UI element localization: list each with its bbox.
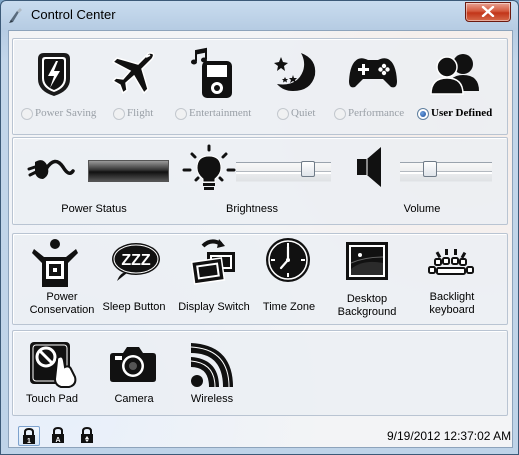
- power-saving-icon[interactable]: [32, 51, 76, 97]
- volume-slider[interactable]: [400, 161, 492, 182]
- brightness-slider[interactable]: [236, 161, 331, 182]
- radio-dot[interactable]: [113, 108, 125, 120]
- moon-stars-icon[interactable]: [271, 51, 321, 95]
- power-plug-icon[interactable]: [25, 149, 75, 183]
- scroll-lock-icon: [81, 426, 93, 443]
- keyboard-backlight-icon[interactable]: [427, 247, 475, 277]
- backlight-keyboard-line1: Backlight: [429, 291, 475, 303]
- desktop-background-line1: Desktop: [346, 293, 388, 305]
- svg-text:ZZZ: ZZZ: [121, 252, 151, 269]
- power-status-bar: [88, 160, 169, 182]
- flight-label: Flight: [127, 107, 154, 119]
- time-zone-label: Time Zone: [262, 301, 316, 313]
- display-switch-icon[interactable]: [189, 238, 239, 288]
- gamepad-icon[interactable]: [348, 55, 398, 91]
- touchpad-disabled-icon[interactable]: [29, 341, 79, 389]
- power-conservation-label: Power Conservation: [22, 291, 102, 317]
- volume-label: Volume: [403, 203, 441, 215]
- power-saving-label: Power Saving: [35, 107, 97, 119]
- caps-lock-icon: A: [52, 426, 64, 444]
- camera-label: Camera: [114, 393, 154, 405]
- volume-slider-thumb[interactable]: [423, 161, 437, 177]
- title-bar[interactable]: Control Center: [1, 1, 518, 29]
- user-defined-label: User Defined: [431, 107, 493, 119]
- svg-text:A: A: [55, 437, 60, 444]
- close-button[interactable]: [465, 2, 511, 22]
- radio-dot[interactable]: [334, 108, 346, 120]
- sleep-button-label: Sleep Button: [102, 301, 166, 313]
- light-bulb-icon[interactable]: [182, 144, 236, 192]
- radio-dot[interactable]: [175, 108, 187, 120]
- media-player-icon[interactable]: [190, 47, 236, 99]
- speaker-icon[interactable]: [353, 145, 387, 189]
- quiet-label: Quiet: [291, 107, 316, 119]
- brightness-label: Brightness: [226, 203, 278, 215]
- display-switch-label: Display Switch: [178, 301, 250, 313]
- desktop-background-line2: Background: [337, 306, 397, 318]
- radio-dot[interactable]: [417, 108, 429, 120]
- touch-pad-label: Touch Pad: [26, 393, 78, 405]
- wireless-icon[interactable]: [189, 341, 235, 389]
- performance-label: Performance: [348, 107, 405, 119]
- sleep-zzz-icon[interactable]: ZZZ: [111, 241, 161, 283]
- control-center-icon[interactable]: [8, 7, 24, 23]
- status-datetime: 9/19/2012 12:37:02 AM: [387, 429, 512, 443]
- backlight-keyboard-line2: keyboard: [429, 304, 475, 316]
- client-area: Power Saving Flight Entertainment Quiet …: [8, 30, 513, 448]
- brightness-slider-thumb[interactable]: [301, 161, 315, 177]
- desktop-background-icon[interactable]: [345, 241, 389, 281]
- power-conservation-line1: Power: [46, 291, 78, 303]
- control-center-window: Control Center Power Saving Flight Enter…: [0, 0, 519, 455]
- entertainment-label: Entertainment: [189, 107, 252, 119]
- clock-icon[interactable]: [265, 237, 311, 283]
- num-lock-indicator[interactable]: 1: [18, 426, 40, 446]
- radio-dot[interactable]: [277, 108, 289, 120]
- camera-icon[interactable]: [109, 345, 157, 383]
- window-title: Control Center: [31, 7, 116, 22]
- num-lock-icon: 1: [23, 427, 35, 445]
- close-icon: [481, 6, 495, 17]
- scroll-lock-indicator[interactable]: [77, 426, 97, 444]
- airplane-icon[interactable]: [110, 49, 158, 97]
- svg-text:1: 1: [27, 438, 31, 445]
- power-status-label: Power Status: [61, 203, 127, 215]
- radio-dot[interactable]: [21, 108, 33, 120]
- desktop-background-label: Desktop Background: [332, 293, 402, 319]
- backlight-keyboard-label: Backlight keyboard: [417, 291, 487, 317]
- caps-lock-indicator[interactable]: A: [48, 426, 68, 444]
- wireless-label: Wireless: [190, 393, 234, 405]
- power-conservation-line2: Conservation: [29, 304, 95, 316]
- power-conservation-icon[interactable]: [32, 239, 78, 289]
- users-icon[interactable]: [430, 51, 480, 95]
